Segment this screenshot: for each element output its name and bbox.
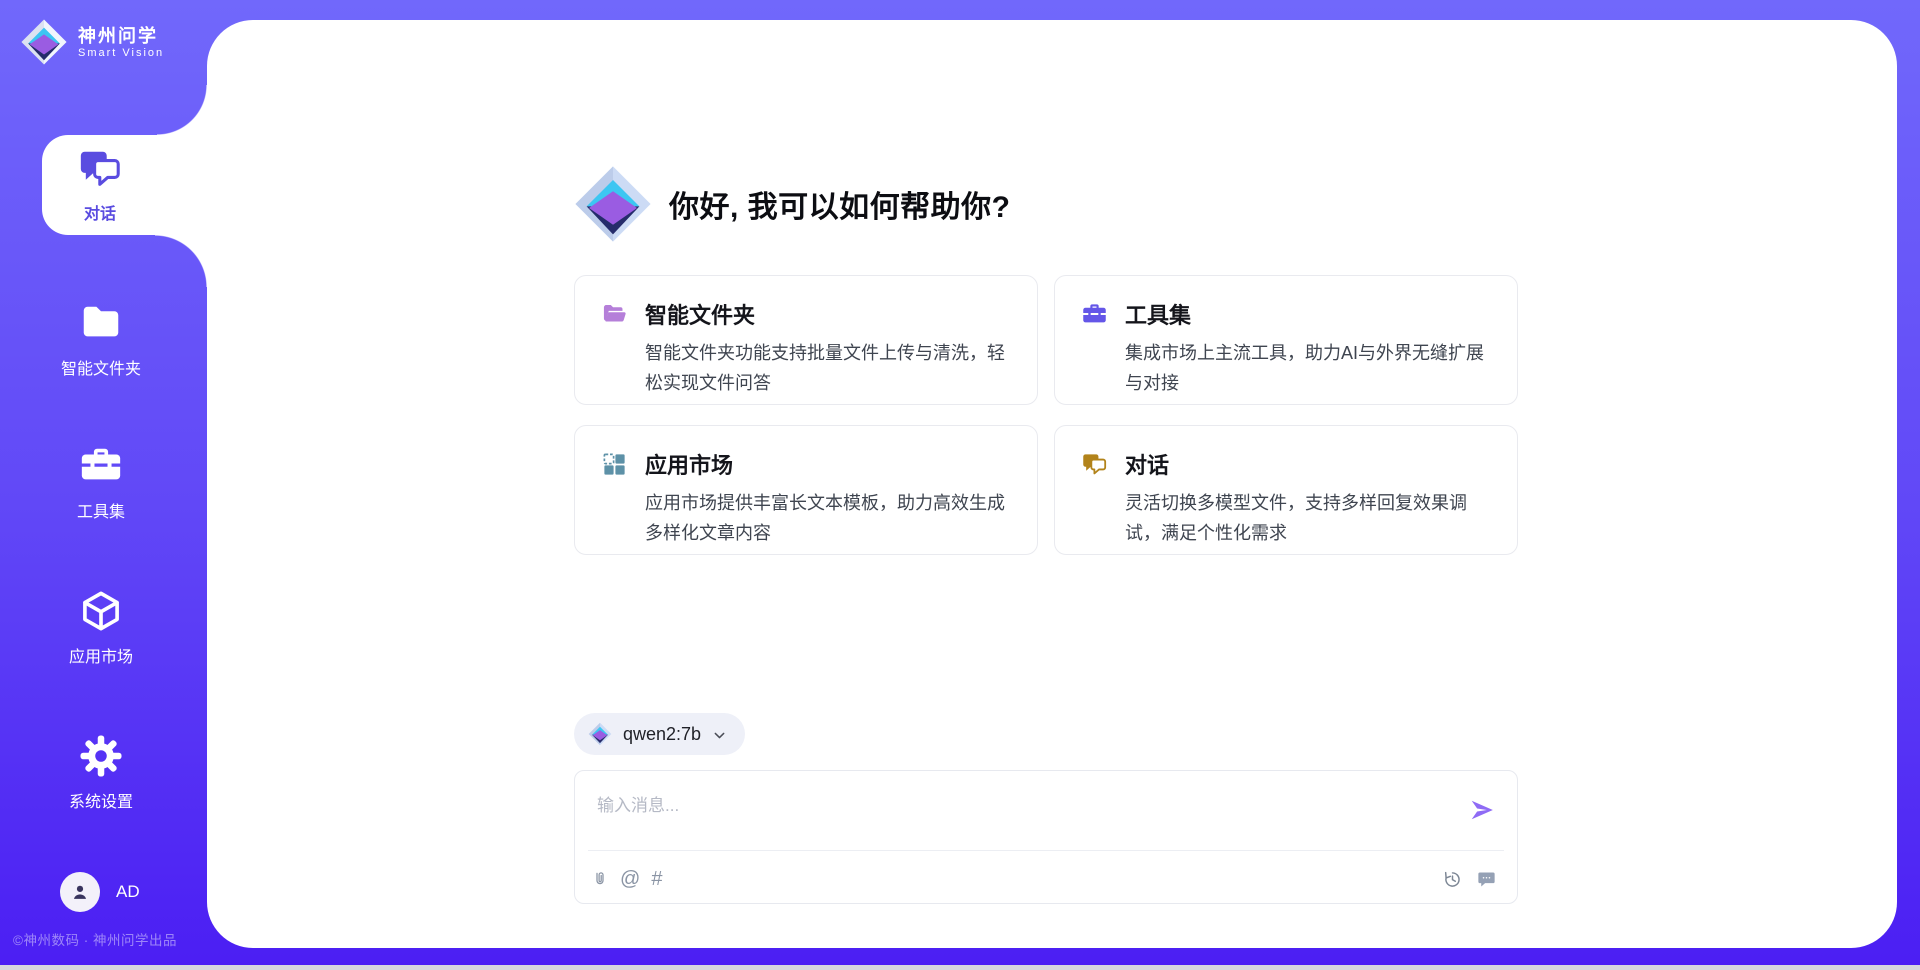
- app-logo-text: 神州问学 Smart Vision: [78, 25, 164, 60]
- toolbox-icon: [78, 443, 124, 489]
- attachment-icon: [591, 869, 609, 890]
- card-toolset[interactable]: 工具集 集成市场上主流工具，助力AI与外界无缝扩展与对接: [1054, 275, 1518, 405]
- card-header: 对话: [1081, 448, 1503, 480]
- gear-icon: [78, 733, 124, 779]
- greeting: 你好, 我可以如何帮助你?: [573, 164, 1011, 244]
- app-subtitle: Smart Vision: [78, 47, 164, 60]
- app-screen: 神州问学 Smart Vision 对话 智能文件夹 工具集 应用市场: [0, 0, 1920, 970]
- app-logo: 神州问学 Smart Vision: [20, 18, 164, 66]
- card-header: 智能文件夹: [601, 298, 1023, 330]
- sidebar-item-chat[interactable]: 对话: [42, 135, 207, 235]
- card-smart-folder[interactable]: 智能文件夹 智能文件夹功能支持批量文件上传与清洗，轻松实现文件问答: [574, 275, 1038, 405]
- diamond-logo-icon: [573, 164, 653, 244]
- avatar: [60, 872, 100, 912]
- history-button[interactable]: [1442, 867, 1463, 891]
- cube-icon: [78, 588, 124, 634]
- folder-icon: [78, 300, 124, 346]
- sidebar-item-label: 应用市场: [69, 643, 133, 667]
- hashtag-icon: #: [651, 867, 662, 891]
- card-title: 应用市场: [645, 448, 733, 480]
- sidebar-item-smart-folder[interactable]: 智能文件夹: [0, 300, 202, 379]
- card-description: 集成市场上主流工具，助力AI与外界无缝扩展与对接: [1125, 338, 1503, 398]
- sidebar-item-label: 系统设置: [69, 788, 133, 812]
- app-name: 神州问学: [78, 25, 164, 47]
- folder-open-icon: [601, 301, 628, 328]
- person-icon: [69, 881, 91, 903]
- card-title: 智能文件夹: [645, 298, 755, 330]
- chat-icon: [77, 146, 123, 192]
- card-title: 对话: [1125, 448, 1169, 480]
- composer-tools-left: @ #: [591, 867, 662, 891]
- feedback-button[interactable]: [1476, 867, 1497, 891]
- composer-divider: [588, 850, 1504, 851]
- main-panel: 你好, 我可以如何帮助你? 智能文件夹 智能文件夹功能支持批量文件上传与清洗，轻…: [207, 20, 1897, 948]
- message-input[interactable]: [589, 785, 1449, 841]
- history-icon: [1442, 869, 1463, 890]
- card-description: 应用市场提供丰富长文本模板，助力高效生成多样化文章内容: [645, 488, 1023, 548]
- toolbox-icon: [1081, 301, 1108, 328]
- attachment-button[interactable]: [591, 867, 609, 891]
- feature-cards: 智能文件夹 智能文件夹功能支持批量文件上传与清洗，轻松实现文件问答 工具集 集成…: [574, 275, 1518, 555]
- send-icon: [1469, 797, 1495, 823]
- sidebar-item-app-market[interactable]: 应用市场: [0, 588, 202, 667]
- card-app-market[interactable]: 应用市场 应用市场提供丰富长文本模板，助力高效生成多样化文章内容: [574, 425, 1038, 555]
- sidebar-item-label: 对话: [84, 200, 116, 224]
- sidebar-item-toolset[interactable]: 工具集: [0, 443, 202, 522]
- card-title: 工具集: [1125, 298, 1191, 330]
- message-composer: @ #: [574, 770, 1518, 904]
- model-selector[interactable]: qwen2:7b: [574, 713, 745, 755]
- card-description: 智能文件夹功能支持批量文件上传与清洗，轻松实现文件问答: [645, 338, 1023, 398]
- sidebar-item-settings[interactable]: 系统设置: [0, 733, 202, 812]
- card-header: 工具集: [1081, 298, 1503, 330]
- mention-icon: @: [620, 867, 640, 891]
- greeting-title: 你好, 我可以如何帮助你?: [669, 182, 1011, 226]
- sidebar: 神州问学 Smart Vision 对话 智能文件夹 工具集 应用市场: [0, 0, 207, 970]
- diamond-logo-icon: [588, 722, 612, 746]
- card-description: 灵活切换多模型文件，支持多样回复效果调试，满足个性化需求: [1125, 488, 1503, 548]
- mention-button[interactable]: @: [620, 867, 640, 891]
- copyright-text: ©神州数码 · 神州问学出品: [13, 929, 177, 949]
- hashtag-button[interactable]: #: [651, 867, 662, 891]
- apps-grid-icon: [601, 451, 628, 478]
- card-chat[interactable]: 对话 灵活切换多模型文件，支持多样回复效果调试，满足个性化需求: [1054, 425, 1518, 555]
- user-profile[interactable]: AD: [60, 872, 140, 912]
- sidebar-item-label: 工具集: [77, 498, 125, 522]
- composer-tools-right: [1442, 867, 1497, 891]
- diamond-logo-icon: [20, 18, 68, 66]
- window-bottom-edge: [0, 965, 1920, 970]
- model-name: qwen2:7b: [623, 724, 701, 745]
- chevron-down-icon: [712, 728, 727, 743]
- user-initials: AD: [116, 882, 140, 902]
- send-button[interactable]: [1469, 797, 1495, 823]
- chat-icon: [1081, 451, 1108, 478]
- sidebar-item-label: 智能文件夹: [61, 355, 141, 379]
- feedback-icon: [1476, 869, 1497, 890]
- card-header: 应用市场: [601, 448, 1023, 480]
